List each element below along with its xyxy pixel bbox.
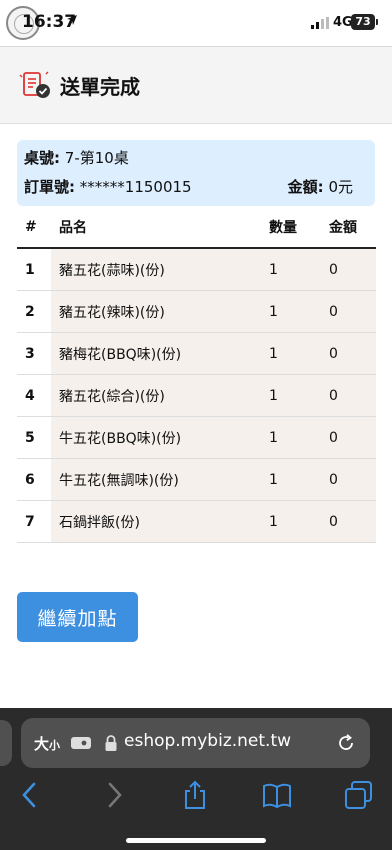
- row-quantity: 1: [268, 374, 328, 417]
- row-index: 6: [17, 458, 51, 501]
- row-quantity: 1: [268, 458, 328, 501]
- battery-icon: 73: [351, 14, 378, 30]
- reload-icon[interactable]: [335, 732, 357, 754]
- table-row: 6 牛五花(無調味)(份) 1 0: [17, 458, 376, 501]
- back-icon[interactable]: [15, 780, 45, 810]
- row-amount: 0: [328, 332, 376, 375]
- row-amount: 0: [328, 374, 376, 417]
- col-qty-header: 數量: [268, 207, 328, 249]
- row-index: 4: [17, 374, 51, 417]
- table-row: 1 豬五花(蒜味)(份) 1 0: [17, 248, 376, 291]
- col-amount-header: 金額: [328, 207, 376, 249]
- row-item-name: 豬五花(蒜味)(份): [51, 248, 268, 291]
- row-item-name: 豬五花(辣味)(份): [51, 290, 268, 333]
- extension-icon[interactable]: [70, 735, 92, 751]
- table-number-row: 桌號: 7-第10桌: [24, 147, 129, 168]
- row-amount: 0: [328, 248, 376, 291]
- signal-icon: [311, 17, 329, 29]
- row-item-name: 石鍋拌飯(份): [51, 500, 268, 543]
- order-info-panel: 桌號: 7-第10桌 訂單號: ******1150015 金額: 0元: [17, 140, 375, 206]
- table-row: 3 豬梅花(BBQ味)(份) 1 0: [17, 332, 376, 375]
- row-amount: 0: [328, 500, 376, 543]
- status-bar: 16:37 4G 73: [0, 0, 392, 47]
- row-quantity: 1: [268, 290, 328, 333]
- order-amount-label: 金額:: [287, 178, 324, 196]
- row-index: 2: [17, 290, 51, 333]
- row-index: 7: [17, 500, 51, 543]
- order-number-label: 訂單號:: [24, 178, 75, 196]
- bookmarks-icon[interactable]: [262, 780, 292, 810]
- receipt-check-icon: [19, 71, 50, 98]
- row-index: 3: [17, 332, 51, 375]
- order-amount-row: 金額: 0元: [288, 176, 353, 197]
- home-indicator: [126, 838, 266, 843]
- table-row: 4 豬五花(綜合)(份) 1 0: [17, 374, 376, 417]
- order-number-row: 訂單號: ******1150015: [24, 176, 192, 197]
- network-type: 4G: [333, 15, 353, 30]
- tabs-icon[interactable]: [344, 780, 374, 810]
- share-icon[interactable]: [180, 780, 210, 810]
- text-size-label: 大: [34, 735, 50, 753]
- row-item-name: 牛五花(BBQ味)(份): [51, 416, 268, 459]
- row-item-name: 牛五花(無調味)(份): [51, 458, 268, 501]
- order-amount-value: 0元: [328, 178, 353, 196]
- row-quantity: 1: [268, 500, 328, 543]
- row-index: 5: [17, 416, 51, 459]
- order-items-table: # 品名 數量 金額 1 豬五花(蒜味)(份) 1 0 2 豬五花(辣味)(份)…: [17, 207, 376, 543]
- row-quantity: 1: [268, 248, 328, 291]
- lock-icon: [105, 735, 117, 751]
- row-amount: 0: [328, 290, 376, 333]
- table-number-value: 7-第10桌: [64, 149, 129, 167]
- previous-tab-edge[interactable]: [0, 720, 12, 766]
- text-size-small-label: 小: [49, 739, 61, 752]
- url-text: eshop.mybiz.net.tw: [124, 731, 292, 751]
- page-title: 送單完成: [60, 75, 140, 99]
- forward-icon[interactable]: [99, 780, 129, 810]
- table-row: 5 牛五花(BBQ味)(份) 1 0: [17, 416, 376, 459]
- row-index: 1: [17, 248, 51, 291]
- text-size-button[interactable]: 大小: [34, 733, 60, 754]
- table-header-row: # 品名 數量 金額: [17, 207, 376, 249]
- row-amount: 0: [328, 458, 376, 501]
- table-number-label: 桌號:: [24, 149, 60, 167]
- browser-chrome: 大小 eshop.mybiz.net.tw: [0, 708, 392, 850]
- row-item-name: 豬梅花(BBQ味)(份): [51, 332, 268, 375]
- row-quantity: 1: [268, 332, 328, 375]
- col-name-header: 品名: [51, 207, 268, 249]
- row-quantity: 1: [268, 416, 328, 459]
- table-row: 2 豬五花(辣味)(份) 1 0: [17, 290, 376, 333]
- order-number-value: ******1150015: [79, 178, 192, 196]
- col-index-header: #: [17, 207, 51, 249]
- row-item-name: 豬五花(綜合)(份): [51, 374, 268, 417]
- row-amount: 0: [328, 416, 376, 459]
- address-bar[interactable]: 大小 eshop.mybiz.net.tw: [21, 718, 370, 768]
- continue-ordering-button[interactable]: 繼續加點: [17, 592, 138, 642]
- table-row: 7 石鍋拌飯(份) 1 0: [17, 500, 376, 543]
- page-header: 送單完成: [0, 47, 392, 124]
- location-arrow-icon: [67, 15, 77, 25]
